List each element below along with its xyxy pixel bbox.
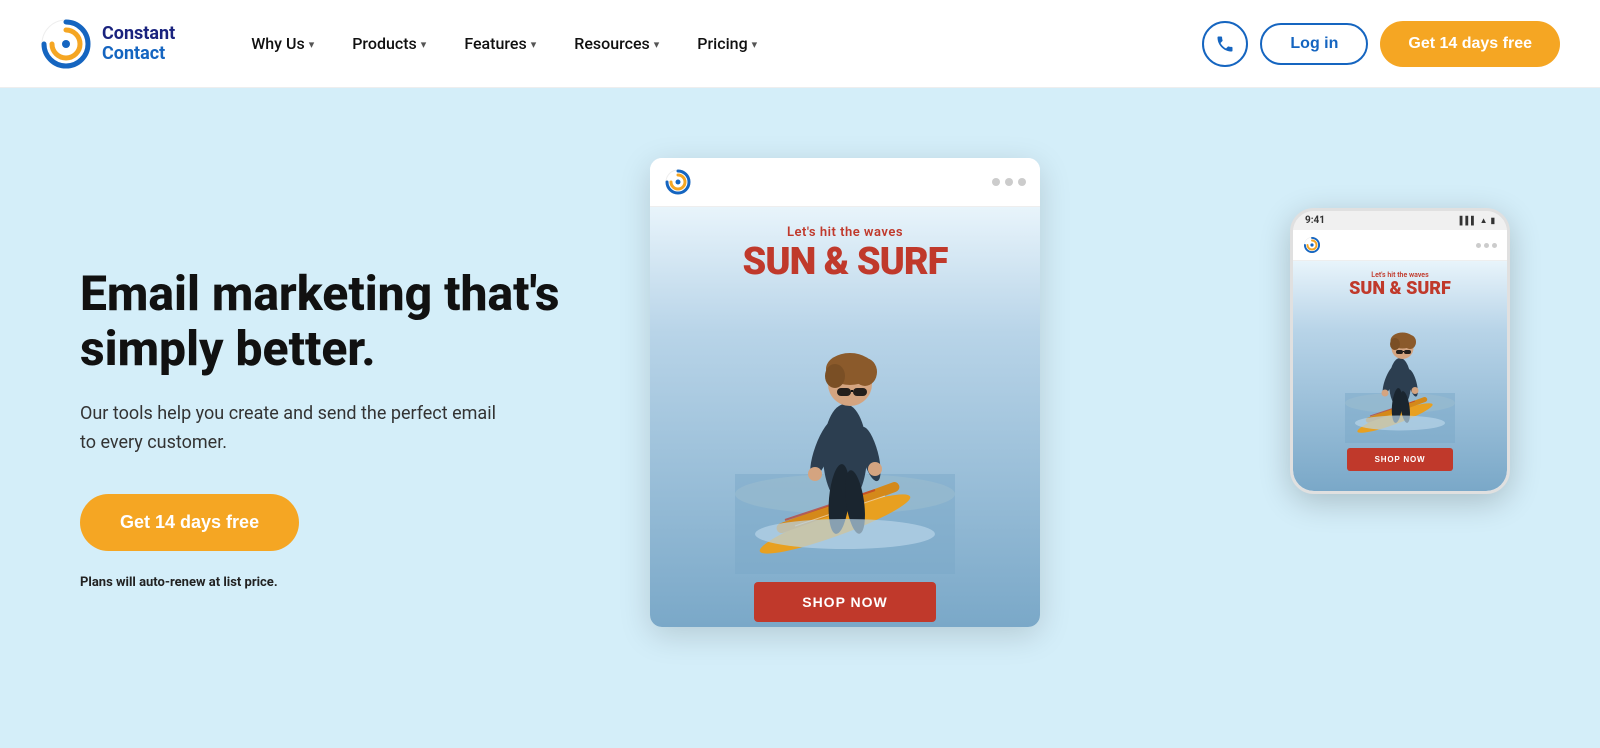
mobile-email-body: Let's hit the waves SUN & SURF (1293, 261, 1507, 491)
nav-actions: Log in Get 14 days free (1202, 21, 1560, 67)
mobile-shop-now-button[interactable]: SHOP NOW (1347, 448, 1454, 471)
nav-links: Why Us ▾ Products ▾ Features ▾ Resources… (235, 26, 1202, 61)
chevron-down-icon: ▾ (531, 38, 537, 51)
hero-subtitle: Our tools help you create and send the p… (80, 400, 500, 458)
phone-icon (1215, 34, 1235, 54)
chevron-down-icon: ▾ (752, 38, 758, 51)
desktop-email-headline: SUN & SURF (743, 240, 948, 284)
nav-item-why-us[interactable]: Why Us ▾ (235, 26, 330, 61)
logo-line2: Contact (102, 44, 175, 64)
mobile-dot-2 (1484, 243, 1489, 248)
logo-line1: Constant (102, 24, 175, 44)
nav-item-pricing[interactable]: Pricing ▾ (681, 26, 773, 61)
logo-text: Constant Contact (102, 24, 175, 64)
mobile-time: 9:41 (1305, 215, 1325, 226)
hero-cta-button[interactable]: Get 14 days free (80, 494, 299, 551)
mobile-dot-1 (1476, 243, 1481, 248)
desktop-shop-now-button[interactable]: SHOP NOW (754, 582, 936, 622)
desktop-window-dots (992, 178, 1026, 186)
logo-icon (40, 18, 92, 70)
phone-button[interactable] (1202, 21, 1248, 67)
mobile-window-dots (1476, 243, 1497, 248)
signal-icon: ▌▌▌ (1460, 216, 1477, 225)
desktop-email-tagline: Let's hit the waves (787, 225, 903, 240)
battery-icon: ▮ (1491, 216, 1495, 225)
window-dot-2 (1005, 178, 1013, 186)
mobile-email-headline: SUN & SURF (1349, 279, 1451, 299)
surfer-svg (735, 294, 955, 574)
mobile-inner: Let's hit the waves SUN & SURF (1293, 230, 1507, 491)
mobile-topbar (1293, 230, 1507, 261)
chevron-down-icon: ▾ (421, 38, 427, 51)
mobile-surfer-svg (1335, 303, 1465, 443)
logo[interactable]: Constant Contact (40, 18, 175, 70)
nav-item-products[interactable]: Products ▾ (336, 26, 442, 61)
hero-content: Email marketing that's simply better. Ou… (80, 246, 600, 590)
login-button[interactable]: Log in (1260, 23, 1368, 65)
hero-title: Email marketing that's simply better. (80, 266, 600, 376)
hero-section: Email marketing that's simply better. Ou… (0, 88, 1600, 748)
nav-item-features[interactable]: Features ▾ (448, 26, 552, 61)
nav-item-resources[interactable]: Resources ▾ (558, 26, 675, 61)
desktop-email-body: Let's hit the waves SUN & SURF (650, 207, 1040, 627)
chevron-down-icon: ▾ (654, 38, 660, 51)
mobile-dot-3 (1492, 243, 1497, 248)
window-dot-3 (1018, 178, 1026, 186)
email-mobile-mockup: 9:41 ▌▌▌ ▲ ▮ (1290, 208, 1510, 494)
wifi-icon: ▲ (1480, 216, 1488, 225)
chevron-down-icon: ▾ (309, 38, 315, 51)
mobile-status-bar: 9:41 ▌▌▌ ▲ ▮ (1293, 211, 1507, 230)
mobile-status-icons: ▌▌▌ ▲ ▮ (1460, 216, 1495, 225)
mobile-surfer-illustration (1293, 303, 1507, 443)
email-desktop-mockup: Let's hit the waves SUN & SURF (650, 158, 1040, 627)
free-trial-button[interactable]: Get 14 days free (1380, 21, 1560, 67)
mobile-logo-icon (1303, 236, 1321, 254)
desktop-topbar (650, 158, 1040, 207)
window-dot-1 (992, 178, 1000, 186)
hero-note: Plans will auto-renew at list price. (80, 575, 600, 590)
desktop-logo-icon (664, 168, 692, 196)
surfer-illustration (650, 294, 1040, 574)
hero-visuals: Let's hit the waves SUN & SURF (600, 128, 1520, 708)
navbar: Constant Contact Why Us ▾ Products ▾ Fea… (0, 0, 1600, 88)
